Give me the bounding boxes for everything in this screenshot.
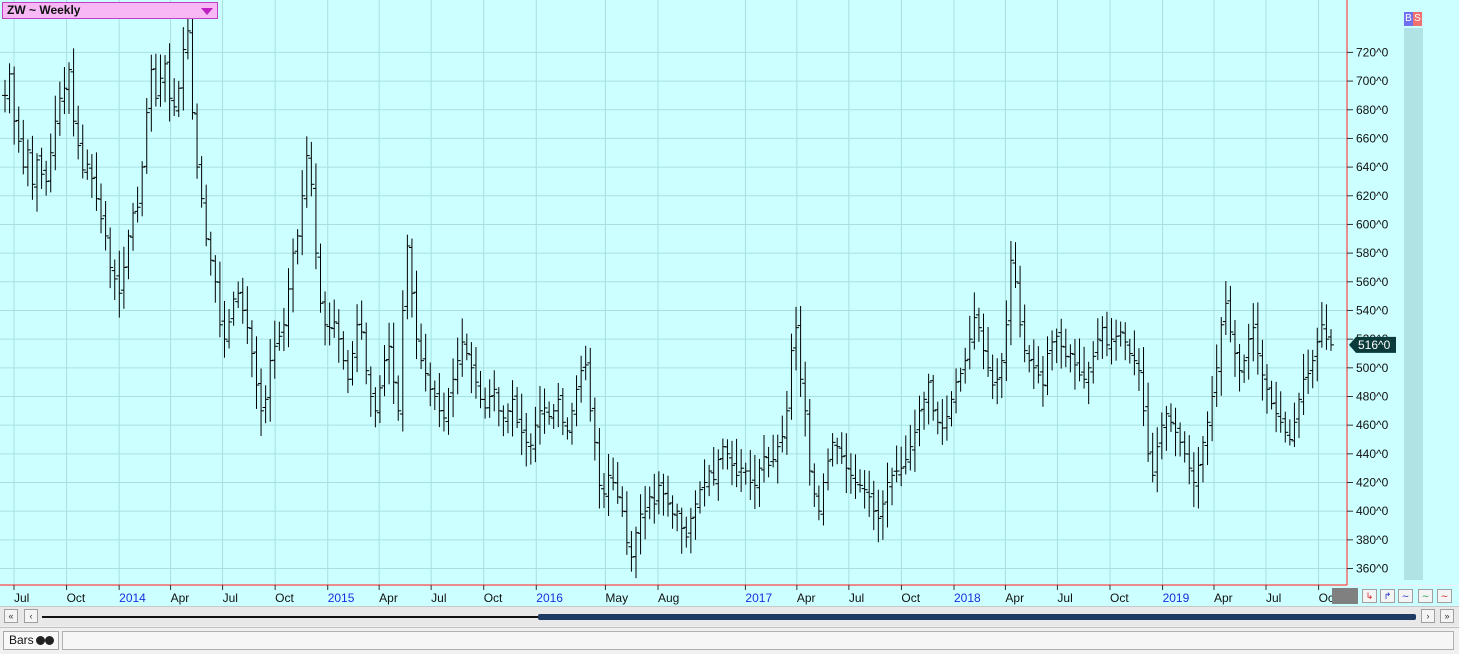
time-axis-end-block xyxy=(1332,588,1358,604)
scroll-thumb[interactable] xyxy=(538,614,1416,620)
status-field xyxy=(62,631,1454,650)
drawing-tool-4-icon[interactable]: ∼ xyxy=(1418,589,1433,603)
x-tick-label: Apr xyxy=(797,591,816,605)
x-tick-label: Oct xyxy=(901,591,920,605)
x-tick-label: Apr xyxy=(1005,591,1024,605)
y-tick-label: 700^0 xyxy=(1356,74,1389,88)
y-tick-label: 540^0 xyxy=(1356,303,1389,317)
y-tick-label: 580^0 xyxy=(1356,246,1389,260)
x-tick-label: Oct xyxy=(67,591,86,605)
scroll-indicator-strip xyxy=(1404,28,1423,580)
x-tick-label: Apr xyxy=(1214,591,1233,605)
chart-canvas: 720^0 700^0 680^0 660^0 640^0 620^0 600^0 580^0… xyxy=(0,0,1459,606)
plot-background xyxy=(0,0,1347,585)
x-tick-label: Jul xyxy=(431,591,446,605)
scroll-last-icon[interactable]: » xyxy=(1440,609,1454,623)
y-tick-label: 720^0 xyxy=(1356,45,1389,59)
y-tick-label: 460^0 xyxy=(1356,418,1389,432)
y-tick-label: 620^0 xyxy=(1356,189,1389,203)
buy-button[interactable]: B xyxy=(1404,12,1413,26)
x-tick-label: Jul xyxy=(14,591,29,605)
y-tick-label: 500^0 xyxy=(1356,361,1389,375)
y-tick-label: 680^0 xyxy=(1356,103,1389,117)
x-tick-label: Aug xyxy=(658,591,679,605)
drawing-tool-5-icon[interactable]: ∼ xyxy=(1437,589,1452,603)
chart-area: 720^0 700^0 680^0 660^0 640^0 620^0 600^0 580^0… xyxy=(0,0,1459,606)
symbol-selector[interactable]: ZW ~ Weekly xyxy=(2,2,218,19)
x-tick-label: Apr xyxy=(171,591,190,605)
y-tick-label: 640^0 xyxy=(1356,160,1389,174)
bars-tab-label: Bars xyxy=(9,633,34,647)
last-price-label: 516^0 xyxy=(1358,338,1391,352)
y-tick-label: 440^0 xyxy=(1356,447,1389,461)
x-tick-label: Oct xyxy=(275,591,294,605)
x-tick-label: 2016 xyxy=(536,591,563,605)
y-tick-label: 420^0 xyxy=(1356,476,1389,490)
x-tick-label: 2015 xyxy=(328,591,355,605)
drawing-tool-1-icon[interactable]: ↳ xyxy=(1362,589,1377,603)
x-tick-label: Apr xyxy=(379,591,398,605)
x-tick-label: Jul xyxy=(223,591,238,605)
scroll-first-icon[interactable]: « xyxy=(4,609,18,623)
y-tick-label: 560^0 xyxy=(1356,275,1389,289)
x-tick-label: Jul xyxy=(1057,591,1072,605)
x-tick-label: Oct xyxy=(484,591,503,605)
y-tick-label: 360^0 xyxy=(1356,562,1389,576)
y-tick-label: 400^0 xyxy=(1356,504,1389,518)
scroll-track[interactable] xyxy=(42,616,538,618)
y-tick-label: 480^0 xyxy=(1356,389,1389,403)
y-tick-label: 660^0 xyxy=(1356,131,1389,145)
symbol-label: ZW ~ Weekly xyxy=(7,3,81,17)
y-tick-label: 600^0 xyxy=(1356,217,1389,231)
binoculars-icon[interactable] xyxy=(36,636,54,645)
x-tick-label: 2017 xyxy=(745,591,772,605)
horizontal-scrollbar[interactable]: « ‹ › » xyxy=(0,606,1459,626)
sell-button[interactable]: S xyxy=(1413,12,1422,26)
x-tick-label: Jul xyxy=(849,591,864,605)
x-tick-label: Oct xyxy=(1110,591,1129,605)
drawing-tool-2-icon[interactable]: ↱ xyxy=(1380,589,1395,603)
y-tick-label: 380^0 xyxy=(1356,533,1389,547)
x-tick-label: 2014 xyxy=(119,591,146,605)
x-tick-label: Jul xyxy=(1266,591,1281,605)
x-tick-label: 2018 xyxy=(954,591,981,605)
last-price-marker: 516^0 xyxy=(1349,336,1396,353)
scroll-right-icon[interactable]: › xyxy=(1421,609,1435,623)
scroll-left-icon[interactable]: ‹ xyxy=(24,609,38,623)
chevron-down-icon[interactable] xyxy=(201,8,213,15)
study-bar: Bars xyxy=(0,627,1459,654)
bars-tab[interactable]: Bars xyxy=(3,631,59,650)
drawing-tool-3-icon[interactable]: ∼ xyxy=(1398,589,1413,603)
x-tick-label: May xyxy=(605,591,628,605)
x-tick-label: 2019 xyxy=(1163,591,1190,605)
time-axis-background xyxy=(0,586,1459,606)
